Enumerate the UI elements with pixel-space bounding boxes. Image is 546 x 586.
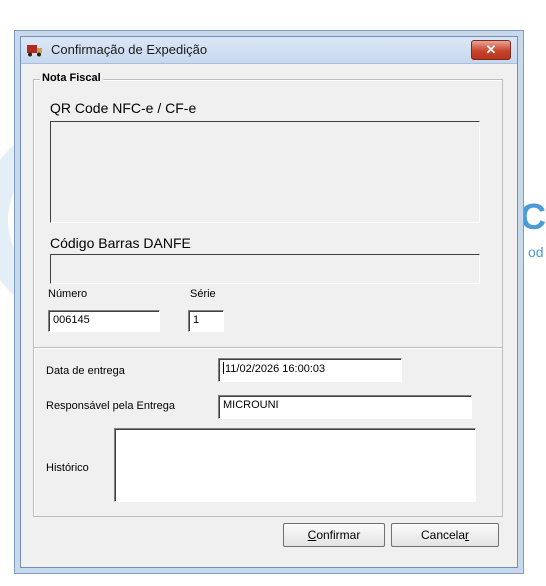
dialog-window: Confirmação de Expedição ✕ Nota Fiscal Q…	[20, 36, 518, 568]
serie-input[interactable]: 1	[188, 310, 224, 332]
cancel-button[interactable]: Cancelar	[391, 523, 499, 547]
text-caret	[223, 362, 224, 374]
nota-fiscal-legend: Nota Fiscal	[40, 72, 103, 84]
numero-input[interactable]: 006145	[48, 310, 160, 332]
qr-code-label: QR Code NFC-e / CF-e	[50, 100, 197, 116]
historico-textarea[interactable]	[114, 428, 476, 502]
qr-code-field[interactable]	[50, 121, 480, 223]
truck-icon	[27, 43, 43, 57]
serie-label: Série	[190, 288, 216, 300]
nota-fiscal-group: Nota Fiscal QR Code NFC-e / CF-e Código …	[33, 72, 503, 349]
responsavel-input[interactable]: MICROUNI	[218, 395, 472, 419]
data-entrega-input[interactable]: 11/02/2026 16:00:03	[218, 358, 402, 382]
delivery-group: Data de entrega 11/02/2026 16:00:03 Resp…	[33, 347, 503, 517]
watermark-text: od	[528, 244, 544, 260]
confirm-label: onfirmar	[316, 528, 361, 542]
barcode-label: Código Barras DANFE	[50, 235, 191, 251]
barcode-field[interactable]	[50, 254, 480, 284]
close-button[interactable]: ✕	[471, 40, 511, 60]
watermark-letter: C	[520, 196, 546, 237]
close-icon: ✕	[485, 42, 497, 57]
responsavel-label: Responsável pela Entrega	[46, 400, 176, 412]
confirm-button[interactable]: Confirmar	[283, 523, 385, 547]
historico-label: Histórico	[46, 462, 89, 474]
cancel-label: Cancela	[420, 528, 466, 542]
cancel-mnemonic: r	[465, 528, 470, 542]
numero-label: Número	[48, 288, 88, 300]
title-bar[interactable]: Confirmação de Expedição ✕	[21, 37, 517, 64]
data-entrega-label: Data de entrega	[46, 365, 125, 377]
data-entrega-value: 11/02/2026 16:00:03	[225, 363, 326, 375]
window-title: Confirmação de Expedição	[51, 42, 208, 57]
